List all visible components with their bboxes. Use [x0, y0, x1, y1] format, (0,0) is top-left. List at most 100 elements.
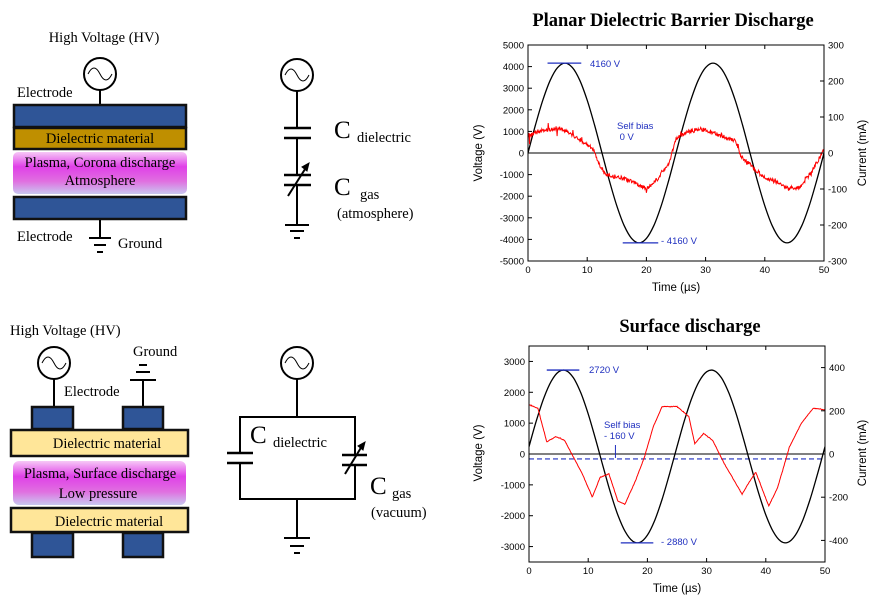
hv-label: High Voltage (HV): [10, 323, 121, 339]
c-dielectric-subscript: dielectric: [273, 435, 327, 451]
plasma-condition-label: Atmosphere: [65, 173, 136, 189]
x-tick-label: 20: [642, 566, 653, 577]
x-tick-label: 30: [700, 265, 711, 276]
y2-tick-label: -200: [829, 493, 848, 504]
chart1-title: Planar Dielectric Barrier Discharge: [532, 11, 813, 31]
capacitor-icon: [227, 451, 253, 465]
hv-electrode: [30, 405, 75, 431]
ground-electrode: [121, 405, 165, 431]
y-tick-label: 3000: [503, 84, 524, 95]
y2-tick-label: -300: [828, 257, 847, 268]
surface-discharge-structure-diagram: High Voltage (HV) Ground Electrode Diele…: [9, 323, 190, 559]
surface-equivalent-circuit: C dielectric C gas (vacuum): [227, 346, 427, 554]
dielectric-top-label: Dielectric material: [53, 436, 161, 452]
chart1-y2label: Current (mA): [857, 120, 869, 187]
x-tick-label: 10: [583, 566, 594, 577]
electrode-top-label: Electrode: [17, 85, 73, 101]
y2-tick-label: 100: [828, 113, 844, 124]
x-tick-label: 0: [525, 265, 530, 276]
y-tick-label: 1000: [504, 419, 525, 430]
y-tick-label: 3000: [504, 357, 525, 368]
x-tick-label: 30: [701, 566, 712, 577]
dbd-structure-diagram: High Voltage (HV) Electrode Dielectric m…: [12, 30, 188, 253]
c-gas-symbol: C: [334, 174, 351, 201]
y2-tick-label: 200: [829, 406, 845, 417]
chart1-self-bias-label: Self bias: [617, 121, 654, 132]
c-gas-subscript: gas: [360, 187, 380, 203]
bottom-electrode-right: [121, 531, 165, 559]
c-dielectric-subscript: dielectric: [357, 130, 411, 146]
c-gas-symbol: C: [370, 473, 387, 500]
y-tick-label: -4000: [500, 235, 524, 246]
y-tick-label: 4000: [503, 62, 524, 73]
y2-tick-label: 200: [828, 77, 844, 88]
y2-tick-label: -400: [829, 536, 848, 547]
dielectric-bottom-label: Dielectric material: [55, 514, 163, 530]
ground-icon: [284, 537, 310, 554]
x-tick-label: 40: [760, 265, 771, 276]
y-tick-label: 5000: [503, 41, 524, 52]
chart2-title: Surface discharge: [619, 317, 760, 337]
figure-canvas: High Voltage (HV) Electrode Dielectric m…: [9, 11, 869, 595]
ground-label: Ground: [133, 344, 178, 360]
figure: High Voltage (HV) Electrode Dielectric m…: [0, 0, 889, 616]
chart2-xlabel: Time (µs): [653, 583, 702, 595]
c-gas-note: (vacuum): [371, 505, 427, 521]
y-tick-label: -1000: [501, 480, 525, 491]
y-tick-label: -3000: [501, 542, 525, 553]
ground-label: Ground: [118, 236, 163, 252]
dielectric-label: Dielectric material: [46, 131, 154, 147]
chart2-trough-annotation: - 2880 V: [661, 537, 698, 548]
top-electrode: [12, 103, 188, 129]
y-tick-label: -5000: [500, 257, 524, 268]
y2-tick-label: -100: [828, 185, 847, 196]
y-tick-label: -2000: [500, 192, 524, 203]
ac-source-icon: [280, 346, 314, 380]
electrode-label: Electrode: [64, 384, 120, 400]
ground-icon: [285, 224, 309, 239]
y-tick-label: -1000: [500, 170, 524, 181]
chart2-ylabel: Voltage (V): [473, 424, 485, 481]
c-dielectric-symbol: C: [250, 422, 267, 449]
y-tick-label: -2000: [501, 511, 525, 522]
chart2-peak-annotation: 2720 V: [589, 365, 620, 376]
y2-tick-label: -200: [828, 221, 847, 232]
y-tick-label: 0: [520, 450, 525, 461]
hv-label: High Voltage (HV): [49, 30, 160, 46]
y-tick-label: 0: [519, 149, 524, 160]
y-tick-label: 2000: [504, 388, 525, 399]
chart1-self-bias-value: 0 V: [617, 132, 635, 143]
y2-tick-label: 400: [829, 363, 845, 374]
x-tick-label: 40: [761, 566, 772, 577]
y2-tick-label: 300: [828, 41, 844, 52]
ac-source-icon: [37, 346, 71, 380]
plasma-label: Plasma, Surface discharge: [24, 466, 176, 482]
bottom-electrode: [12, 195, 188, 221]
c-gas-subscript: gas: [392, 486, 412, 502]
chart2-self-bias-label: Self bias: [604, 420, 641, 431]
electrode-bottom-label: Electrode: [17, 229, 73, 245]
chart2-y2label: Current (mA): [857, 420, 869, 487]
chart1-ylabel: Voltage (V): [473, 124, 485, 181]
y-tick-label: 2000: [503, 105, 524, 116]
x-tick-label: 20: [641, 265, 652, 276]
current-series-line: [529, 404, 825, 508]
dbd-equivalent-circuit: C dielectric C gas (atmosphere): [280, 58, 414, 239]
y-tick-label: -3000: [500, 213, 524, 224]
c-gas-note: (atmosphere): [337, 206, 414, 222]
plasma-label: Plasma, Corona discharge: [25, 155, 176, 171]
capacitor-icon: [284, 126, 311, 140]
chart1-xlabel: Time (µs): [652, 282, 701, 294]
ac-source-icon: [83, 57, 117, 91]
x-tick-label: 0: [526, 566, 531, 577]
current-series-line: [528, 122, 824, 193]
chart2-self-bias-value: - 160 V: [604, 431, 635, 442]
c-dielectric-symbol: C: [334, 117, 351, 144]
ground-icon: [89, 220, 111, 253]
plasma-condition-label: Low pressure: [59, 486, 138, 502]
y-tick-label: 1000: [503, 127, 524, 138]
y2-tick-label: 0: [828, 149, 833, 160]
ac-source-icon: [280, 58, 314, 92]
circuit-wires: [239, 379, 356, 538]
x-tick-label: 10: [582, 265, 593, 276]
